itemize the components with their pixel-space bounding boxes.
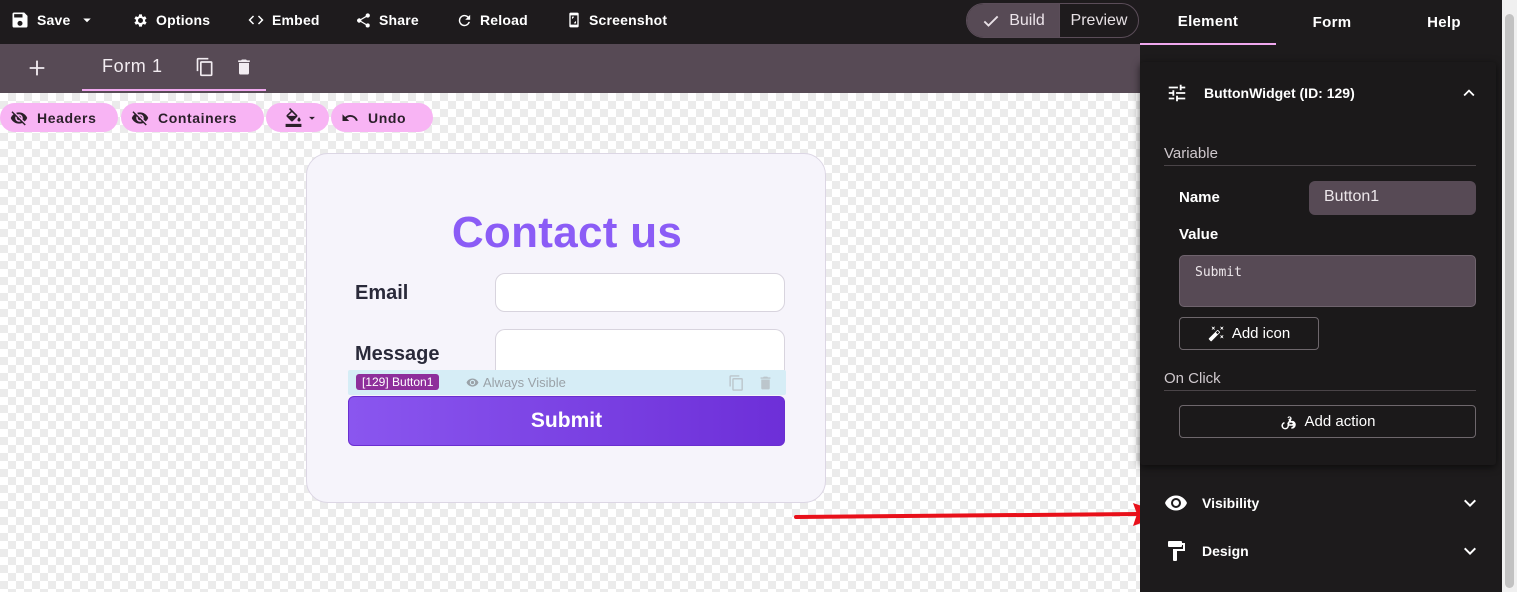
plus-icon: [29, 60, 45, 76]
on-click-heading: On Click: [1164, 370, 1476, 391]
design-accordion[interactable]: Design: [1164, 539, 1482, 563]
selected-widget-bar: [129] Button1 Always Visible: [348, 370, 786, 395]
chevron-up-icon[interactable]: [1458, 82, 1480, 104]
floppy-disk-icon: [12, 12, 28, 28]
design-label: Design: [1202, 543, 1249, 559]
screenshot-button[interactable]: Screenshot: [566, 0, 667, 40]
email-field[interactable]: [495, 273, 785, 312]
eye-icon: [466, 378, 479, 387]
magic-wand-icon: [1208, 326, 1224, 342]
eye-off-icon: [131, 110, 149, 125]
gear-icon: [134, 13, 147, 27]
form-card: Contact us Email Message [129] Button1 A…: [306, 153, 826, 503]
scrollbar-thumb[interactable]: [1505, 14, 1514, 588]
paint-roller-icon: [1168, 541, 1185, 561]
widget-id-badge: [129] Button1: [356, 374, 440, 390]
message-field[interactable]: [495, 329, 785, 375]
add-icon-button[interactable]: Add icon: [1179, 317, 1319, 350]
preview-mode-button[interactable]: Preview: [1059, 4, 1138, 37]
options-label: Options: [156, 12, 211, 28]
containers-toggle-button[interactable]: Containers: [121, 103, 264, 132]
visibility-label: Visibility: [1202, 495, 1260, 511]
sliders-icon: [1168, 84, 1186, 102]
paint-bucket-icon: [285, 108, 302, 127]
check-icon: [983, 15, 999, 27]
panel-scrollbar[interactable]: [1502, 0, 1517, 592]
save-label: Save: [37, 12, 71, 28]
headers-label: Headers: [37, 109, 97, 126]
section-title: ButtonWidget (ID: 129): [1204, 85, 1355, 101]
reload-icon: [458, 14, 471, 26]
top-toolbar: Save Options Embed Share Reload Screensh…: [0, 0, 1140, 44]
form-canvas: Headers Containers Undo Contact us Email…: [0, 93, 1165, 592]
build-label: Build: [1009, 11, 1045, 29]
message-label: Message: [355, 343, 440, 365]
reload-button[interactable]: Reload: [456, 0, 528, 40]
build-preview-toggle: Build Preview: [966, 3, 1139, 38]
form-tab-label[interactable]: Form 1: [102, 56, 163, 77]
form-title[interactable]: Contact us: [307, 208, 827, 258]
visibility-status: Always Visible: [466, 375, 566, 390]
email-label: Email: [355, 282, 409, 304]
undo-button[interactable]: Undo: [331, 103, 433, 132]
add-icon-label: Add icon: [1231, 325, 1291, 342]
screenshot-label: Screenshot: [589, 12, 668, 28]
trash-icon[interactable]: [234, 56, 254, 83]
save-button[interactable]: Save: [10, 0, 96, 40]
phone-screenshot-icon: [569, 12, 579, 28]
trash-icon[interactable]: [757, 374, 774, 397]
eye-off-icon: [10, 110, 28, 125]
build-mode-button[interactable]: Build: [967, 4, 1059, 37]
variable-heading: Variable: [1164, 145, 1476, 166]
code-icon: [248, 15, 264, 25]
submit-button[interactable]: Submit: [348, 396, 785, 446]
name-label: Name: [1179, 189, 1220, 206]
containers-label: Containers: [158, 109, 238, 126]
undo-label: Undo: [368, 109, 407, 126]
element-properties-section: ButtonWidget (ID: 129) Variable Name But…: [1140, 62, 1496, 465]
share-button[interactable]: Share: [355, 0, 419, 40]
visibility-status-label: Always Visible: [483, 375, 566, 390]
tab-form[interactable]: Form: [1276, 0, 1388, 45]
add-action-button[interactable]: Add action: [1179, 405, 1476, 438]
share-label: Share: [379, 12, 419, 28]
properties-panel: Element Form Help ButtonWidget (ID: 129)…: [1140, 0, 1502, 592]
chevron-down-icon: [1464, 547, 1476, 555]
embed-button[interactable]: Embed: [247, 0, 320, 40]
options-button[interactable]: Options: [132, 0, 210, 40]
headers-toggle-button[interactable]: Headers: [0, 103, 118, 132]
caret-down-icon: [82, 18, 91, 23]
visibility-accordion[interactable]: Visibility: [1164, 491, 1482, 515]
embed-label: Embed: [272, 12, 320, 28]
tab-help[interactable]: Help: [1388, 0, 1500, 45]
share-icon: [357, 12, 370, 28]
tab-form-1[interactable]: Form 1: [82, 44, 266, 91]
undo-icon: [342, 113, 358, 121]
panel-tabs: Element Form Help: [1140, 0, 1502, 45]
value-field[interactable]: Submit: [1179, 255, 1476, 307]
value-label: Value: [1179, 226, 1219, 243]
red-arrow-annotation: [794, 503, 1165, 526]
name-field[interactable]: Button1: [1309, 181, 1476, 215]
chevron-down-icon: [1464, 499, 1476, 507]
form-tabs-bar: Form 1: [0, 44, 1140, 93]
section-header[interactable]: ButtonWidget (ID: 129): [1166, 82, 1484, 104]
copy-icon[interactable]: [728, 374, 745, 397]
webhook-icon: [1280, 415, 1296, 429]
tab-element[interactable]: Element: [1140, 0, 1276, 45]
fill-color-dropdown[interactable]: [266, 103, 329, 132]
add-form-button[interactable]: [24, 54, 50, 82]
preview-label: Preview: [1070, 11, 1128, 29]
add-action-label: Add action: [1304, 413, 1376, 430]
caret-down-icon: [309, 116, 315, 120]
reload-label: Reload: [480, 12, 528, 28]
copy-icon[interactable]: [195, 56, 215, 83]
eye-icon: [1165, 495, 1187, 511]
